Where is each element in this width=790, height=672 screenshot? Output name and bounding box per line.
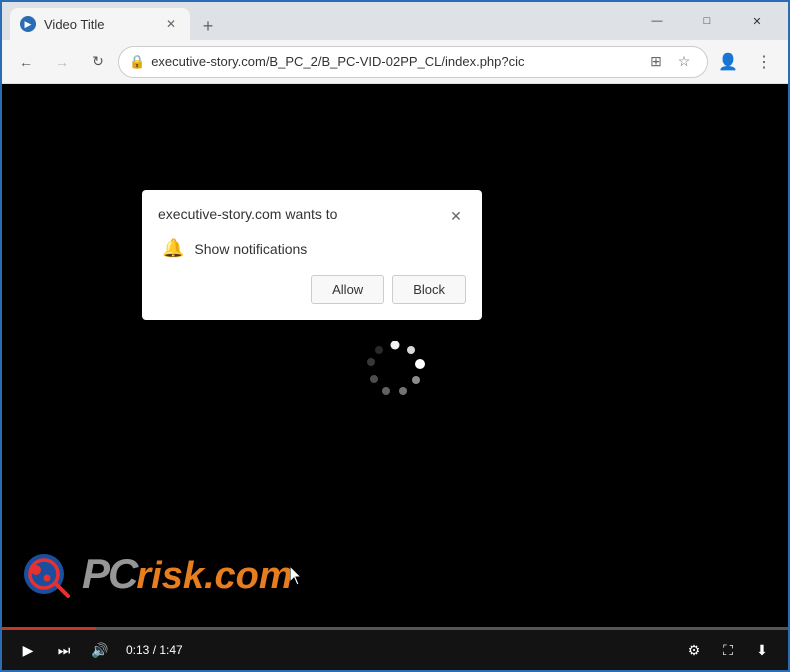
permission-popup: executive-story.com wants to ✕ 🔔 Show no… xyxy=(142,190,482,320)
skip-button[interactable]: ⏭ xyxy=(50,636,78,664)
volume-button[interactable]: 🔊 xyxy=(86,636,114,664)
viewport: PCrisk.com ▶ ⏭ 🔊 0:13 / 1:47 ⚙ ⛶ ⬇ execu… xyxy=(2,84,788,670)
permission-text: Show notifications xyxy=(194,241,307,257)
popup-permission-row: 🔔 Show notifications xyxy=(158,238,466,259)
block-button[interactable]: Block xyxy=(392,275,466,304)
tab-close-button[interactable]: ✕ xyxy=(162,15,180,33)
pcrisk-icon xyxy=(22,548,74,600)
popup-actions: Allow Block xyxy=(158,275,466,304)
time-display: 0:13 / 1:47 xyxy=(126,643,183,657)
profile-button[interactable]: 👤 xyxy=(712,46,744,78)
active-tab[interactable]: ▶ Video Title ✕ xyxy=(10,8,190,40)
new-tab-button[interactable]: + xyxy=(194,12,222,40)
pcrisk-text: PCrisk.com xyxy=(82,550,293,598)
address-actions: ⊞ ☆ xyxy=(643,49,697,75)
minimize-button[interactable]: — xyxy=(634,5,680,37)
popup-close-button[interactable]: ✕ xyxy=(446,206,466,226)
play-button[interactable]: ▶ xyxy=(14,636,42,664)
address-bar[interactable]: 🔒 executive-story.com/B_PC_2/B_PC-VID-02… xyxy=(118,46,708,78)
forward-button[interactable]: → xyxy=(46,46,78,78)
close-button[interactable]: ✕ xyxy=(734,5,780,37)
risk-text: risk.com xyxy=(136,555,292,597)
video-controls: ▶ ⏭ 🔊 0:13 / 1:47 ⚙ ⛶ ⬇ xyxy=(2,630,788,670)
reload-button[interactable]: ↻ xyxy=(82,46,114,78)
lock-icon: 🔒 xyxy=(129,54,145,70)
window-controls: — □ ✕ xyxy=(634,5,780,37)
browser-window: ▶ Video Title ✕ + — □ ✕ ← → ↻ 🔒 executiv… xyxy=(0,0,790,672)
popup-header: executive-story.com wants to ✕ xyxy=(158,206,466,226)
title-bar: ▶ Video Title ✕ + — □ ✕ xyxy=(2,2,788,40)
nav-bar: ← → ↻ 🔒 executive-story.com/B_PC_2/B_PC-… xyxy=(2,40,788,84)
watermark: PCrisk.com xyxy=(22,548,293,600)
pc-text: PC xyxy=(82,550,136,597)
tab-bar: ▶ Video Title ✕ + xyxy=(10,2,628,40)
maximize-button[interactable]: □ xyxy=(684,5,730,37)
popup-title: executive-story.com wants to xyxy=(158,206,337,222)
menu-button[interactable]: ⋮ xyxy=(748,46,780,78)
bell-icon: 🔔 xyxy=(162,238,184,259)
tab-favicon: ▶ xyxy=(20,16,36,32)
extensions-button[interactable]: ⊞ xyxy=(643,49,669,75)
allow-button[interactable]: Allow xyxy=(311,275,384,304)
vc-right-controls: ⚙ ⛶ ⬇ xyxy=(680,636,776,664)
download-button[interactable]: ⬇ xyxy=(748,636,776,664)
back-button[interactable]: ← xyxy=(10,46,42,78)
fullscreen-button[interactable]: ⛶ xyxy=(714,636,742,664)
bookmark-button[interactable]: ☆ xyxy=(671,49,697,75)
url-text: executive-story.com/B_PC_2/B_PC-VID-02PP… xyxy=(151,54,637,69)
loading-spinner xyxy=(365,341,425,401)
settings-button[interactable]: ⚙ xyxy=(680,636,708,664)
tab-title: Video Title xyxy=(44,17,154,32)
